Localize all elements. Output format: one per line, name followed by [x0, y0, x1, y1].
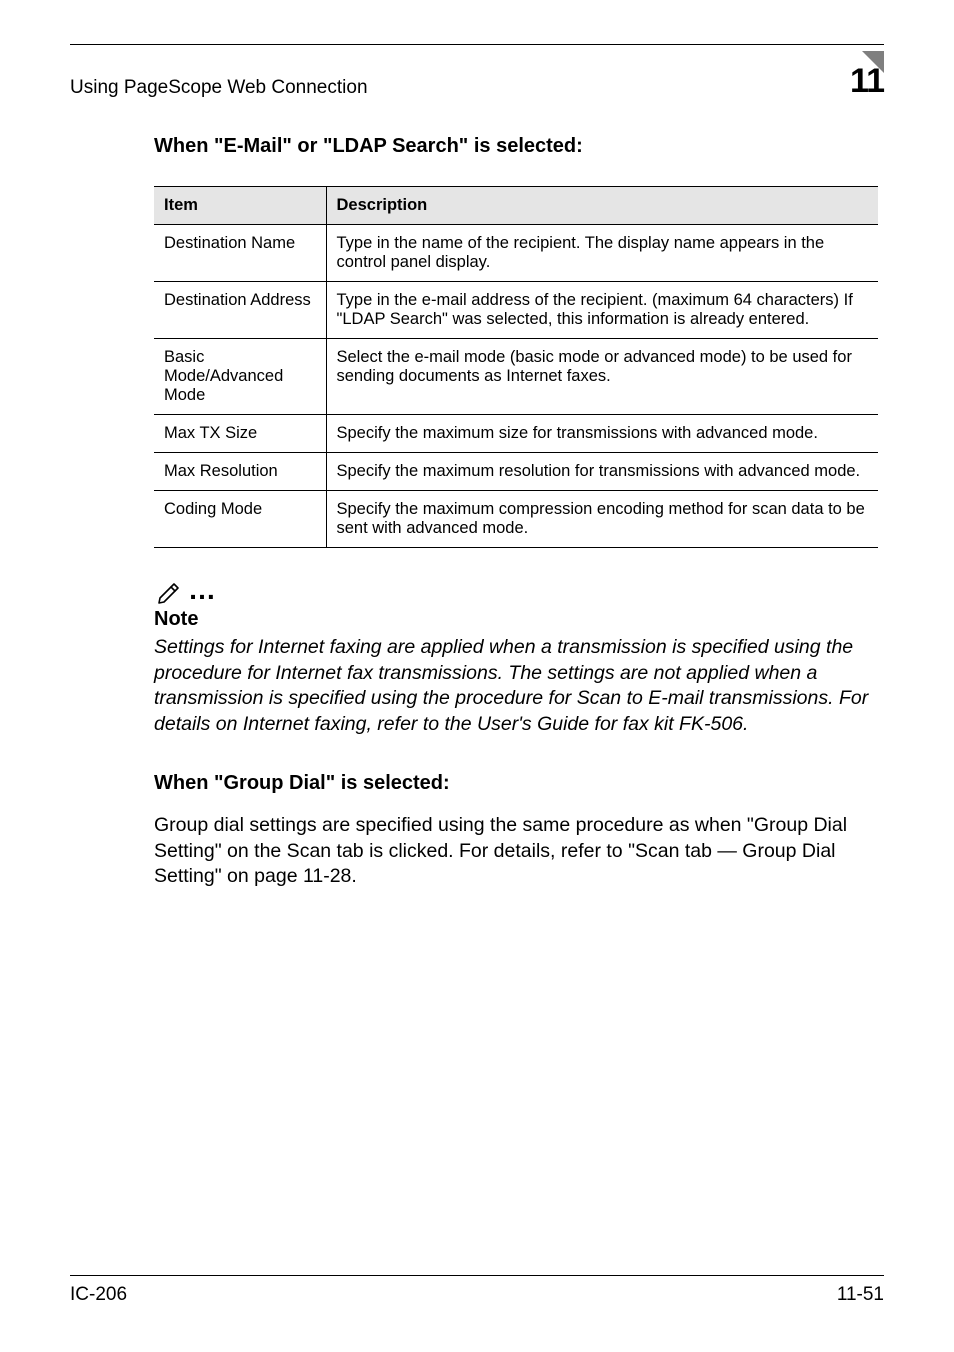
- section-body-group-dial: Group dial settings are specified using …: [154, 813, 878, 890]
- table-cell-description: Specify the maximum compression encoding…: [326, 491, 878, 548]
- chapter-number: 11: [850, 62, 884, 101]
- running-head: Using PageScope Web Connection: [70, 69, 368, 99]
- table-cell-item: Destination Name: [154, 225, 326, 282]
- table-cell-description: Select the e-mail mode (basic mode or ad…: [326, 339, 878, 415]
- table-cell-item: Destination Address: [154, 282, 326, 339]
- table-cell-item: Basic Mode/Advanced Mode: [154, 339, 326, 415]
- note-label: Note: [154, 608, 878, 631]
- table-row: Max TX Size Specify the maximum size for…: [154, 415, 878, 453]
- table-cell-description: Specify the maximum resolution for trans…: [326, 453, 878, 491]
- table-row: Max Resolution Specify the maximum resol…: [154, 453, 878, 491]
- table-cell-item: Max Resolution: [154, 453, 326, 491]
- table-row: Destination Address Type in the e-mail a…: [154, 282, 878, 339]
- table-header-item: Item: [154, 187, 326, 225]
- table-row: Basic Mode/Advanced Mode Select the e-ma…: [154, 339, 878, 415]
- settings-table: Item Description Destination Name Type i…: [154, 186, 878, 548]
- section-heading-group-dial: When "Group Dial" is selected:: [154, 772, 878, 795]
- note-body: Settings for Internet faxing are applied…: [154, 635, 878, 738]
- table-cell-item: Coding Mode: [154, 491, 326, 548]
- ellipsis-icon: …: [188, 574, 222, 605]
- table-row: Coding Mode Specify the maximum compress…: [154, 491, 878, 548]
- table-cell-item: Max TX Size: [154, 415, 326, 453]
- table-cell-description: Type in the name of the recipient. The d…: [326, 225, 878, 282]
- table-header-description: Description: [326, 187, 878, 225]
- table-cell-description: Specify the maximum size for transmissio…: [326, 415, 878, 453]
- pencil-icon: [154, 576, 184, 606]
- footer-page-number: 11-51: [837, 1284, 884, 1306]
- table-cell-description: Type in the e-mail address of the recipi…: [326, 282, 878, 339]
- table-row: Destination Name Type in the name of the…: [154, 225, 878, 282]
- footer-product: IC-206: [70, 1284, 127, 1306]
- chapter-tab: 11: [824, 51, 884, 99]
- section-heading-email-ldap: When "E-Mail" or "LDAP Search" is select…: [154, 135, 878, 158]
